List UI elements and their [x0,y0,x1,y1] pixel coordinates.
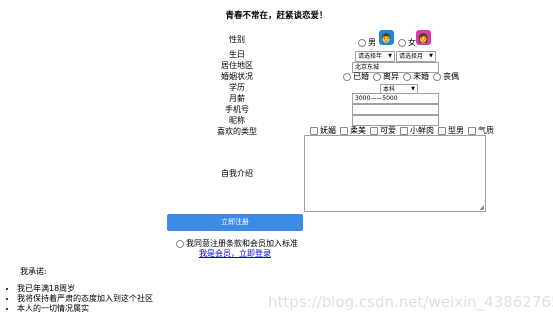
type-checkbox[interactable] [438,126,446,135]
preferred-type-label: 喜欢的类型 [217,127,257,136]
type-option[interactable]: 妩媚 [310,126,336,135]
gender-male-option[interactable]: 男 [358,38,380,47]
register-button[interactable]: 立即注册 [167,214,303,231]
salary-input[interactable]: 3000——5000 [352,93,439,104]
phone-label: 手机号 [225,105,249,114]
watermark: https://blog.csdn.net/weixin_43862765 [268,293,553,311]
chevron-down-icon: ▼ [429,53,433,59]
type-option[interactable]: 可爱 [370,126,396,135]
male-icon: 👨 [379,30,394,45]
birth-year-select[interactable]: 请选择年 ▼ [355,51,395,62]
marital-radio[interactable] [373,72,381,81]
intro-textarea[interactable]: ◢ [304,135,486,212]
login-link[interactable]: 我是会员，立即登录 [199,248,271,259]
marital-option[interactable]: 离异 [373,72,399,81]
resize-handle-icon[interactable]: ◢ [479,204,484,211]
birthday-label: 生日 [229,50,245,59]
gender-male-text: 男 [368,38,376,47]
type-option[interactable]: 柔美 [340,126,366,135]
education-value: 本科 [383,86,396,93]
gender-female-radio[interactable] [398,38,406,47]
gender-label: 性别 [229,35,245,44]
page-title: 青春不常在，赶紧谈恋爱！ [225,11,328,21]
intro-label: 自我介绍 [221,169,253,178]
salary-label: 月薪 [229,94,245,103]
type-checkbox[interactable] [340,126,348,135]
birth-month-value: 请选择月 [399,53,424,60]
birth-month-select[interactable]: 请选择月 ▼ [396,51,436,62]
education-label: 学历 [229,83,245,92]
promise-item: 我已年满18周岁 [17,284,153,294]
gender-male-radio[interactable] [358,38,366,47]
preferred-type-options: 妩媚 柔美 可爱 小鲜肉 型男 气质 [310,126,510,135]
marital-option[interactable]: 已婚 [343,72,369,81]
promise-heading: 我承诺: [20,267,47,276]
promise-list: 我已年满18周岁 我将保持着严肃的态度加入到这个社区 本人的一切情况属实 [0,284,153,314]
gender-female-text: 女 [408,38,416,47]
promise-item: 我将保持着严肃的态度加入到这个社区 [17,294,153,304]
female-icon: 👩 [416,30,431,45]
type-option[interactable]: 气质 [468,126,494,135]
marital-radio[interactable] [403,72,411,81]
nickname-input[interactable] [352,115,439,126]
marital-radio[interactable] [433,72,441,81]
chevron-down-icon: ▼ [388,53,392,59]
agree-text: 我同意注册条款和会员加入标准 [186,239,298,248]
marital-option[interactable]: 丧偶 [433,72,459,81]
type-checkbox[interactable] [370,126,378,135]
type-checkbox[interactable] [310,126,318,135]
type-option[interactable]: 型男 [438,126,464,135]
promise-item: 本人的一切情况属实 [17,304,153,314]
nickname-label: 昵称 [229,116,245,125]
marital-label: 婚姻状况 [221,72,253,81]
marital-options: 已婚 离异 未婚 丧偶 [343,72,483,81]
marital-option[interactable]: 未婚 [403,72,429,81]
agree-radio[interactable] [176,239,184,248]
phone-input[interactable] [352,104,439,115]
region-label: 居住地区 [221,61,253,70]
type-checkbox[interactable] [468,126,476,135]
type-checkbox[interactable] [400,126,408,135]
type-option[interactable]: 小鲜肉 [400,126,434,135]
marital-radio[interactable] [343,72,351,81]
birth-year-value: 请选择年 [358,53,383,60]
